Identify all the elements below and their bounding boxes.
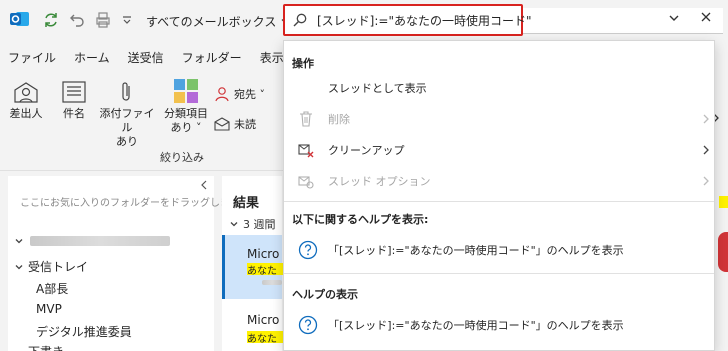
outlook-logo-icon xyxy=(10,10,30,28)
divider xyxy=(284,201,714,202)
folder-mvp[interactable]: MVP xyxy=(36,302,62,316)
search-input[interactable]: [スレッド]:="あなたの一時使用コード" xyxy=(283,4,532,36)
print-icon[interactable] xyxy=(94,11,112,29)
has-attachment-filter-button[interactable]: 添付ファイル あり xyxy=(96,80,158,149)
categorized-label-1: 分類項目 xyxy=(164,107,208,120)
delete-item: 削除 xyxy=(284,105,714,133)
subject-icon xyxy=(62,81,86,103)
delete-label: 削除 xyxy=(328,113,350,126)
subject-filter-button[interactable]: 件名 xyxy=(56,80,92,121)
unread-filter-button[interactable]: 未読 xyxy=(214,116,256,132)
divider xyxy=(284,273,714,274)
help-view-query-item[interactable]: 「[スレッド]:="あなたの一時使用コード"」のヘルプを表示 xyxy=(284,309,714,341)
message-preview: あなた xyxy=(247,266,277,277)
has-attachment-label-1: 添付ファイル xyxy=(99,107,155,134)
help-about-query-label: 「[スレッド]:="あなたの一時使用コード"」のヘルプを表示 xyxy=(328,244,624,257)
to-filter-button[interactable]: 宛先 ˅ xyxy=(214,86,265,102)
chevron-down-icon xyxy=(14,262,24,272)
section-actions-heading: 操作 xyxy=(292,57,314,70)
favorites-drop-hint: ここにお気に入りのフォルダーをドラッグします xyxy=(20,198,240,209)
search-query-text: [スレッド]:="あなたの一時使用コード" xyxy=(317,13,532,28)
categorized-label-2: あり ˅ xyxy=(170,121,202,134)
person-icon xyxy=(215,87,229,102)
search-suggestions-dropdown: 操作 スレッドとして表示 削除 クリーンアップ スレッド オプション 以下に関す… xyxy=(283,40,715,351)
has-attachment-label-2: あり xyxy=(116,135,138,148)
categories-icon xyxy=(174,79,198,103)
help-icon xyxy=(298,315,318,335)
search-bar-extension[interactable] xyxy=(523,8,723,34)
menu-send-receive[interactable]: 送受信 xyxy=(119,49,173,66)
account-name-redacted xyxy=(30,236,170,246)
cleanup-icon xyxy=(298,142,314,158)
chevron-right-icon xyxy=(702,175,710,187)
unread-envelope-icon xyxy=(214,117,230,131)
menu-home[interactable]: ホーム xyxy=(65,49,119,66)
menu-bar: ファイル ホーム 送受信 フォルダー 表示 開 xyxy=(0,44,323,70)
folder-inbox-label: 受信トレイ xyxy=(28,260,89,274)
paperclip-icon xyxy=(122,82,130,101)
results-heading: 結果 xyxy=(233,196,260,211)
title-bar: すべてのメールボックス [スレッド]:="あなたの一時使用コード" xyxy=(0,0,728,40)
folder-inbox[interactable]: 受信トレイ xyxy=(14,258,88,275)
folder-drafts[interactable]: 下書き xyxy=(28,343,64,351)
sender-icon xyxy=(14,82,38,103)
menu-file[interactable]: ファイル xyxy=(0,49,65,66)
sender-filter-label: 差出人 xyxy=(9,107,43,120)
show-as-thread-label: スレッドとして表示 xyxy=(328,82,427,95)
help-about-query-item[interactable]: 「[スレッド]:="あなたの一時使用コード"」のヘルプを表示 xyxy=(284,234,714,266)
account-node[interactable] xyxy=(14,236,170,246)
section-help-about-heading: 以下に関するヘルプを表示: xyxy=(292,213,429,226)
ribbon-refine-group: 差出人 件名 添付ファイル あり 分類項目 あり ˅ 宛先 ˅ 未読 絞り込み xyxy=(0,72,290,166)
group-header-3weeks[interactable]: 3 週間 xyxy=(229,216,276,232)
collapse-pane-icon[interactable] xyxy=(200,180,208,190)
chevron-down-icon xyxy=(14,236,24,246)
message-sender: Micro xyxy=(247,247,280,261)
sync-icon[interactable] xyxy=(42,11,60,29)
thread-options-label: スレッド オプション xyxy=(328,175,431,188)
reading-pane-avatar xyxy=(718,232,728,272)
search-hit-highlight xyxy=(719,196,728,208)
help-view-query-label: 「[スレッド]:="あなたの一時使用コード"」のヘルプを表示 xyxy=(328,319,624,332)
close-search-icon[interactable] xyxy=(700,11,712,23)
sender-filter-button[interactable]: 差出人 xyxy=(8,80,44,121)
search-options-chevron-icon[interactable] xyxy=(668,12,680,24)
message-preview-redacted xyxy=(262,280,282,285)
group-header-label: 3 週間 xyxy=(243,218,276,231)
customize-qat-icon[interactable] xyxy=(118,11,136,29)
help-icon xyxy=(298,240,318,260)
search-icon xyxy=(293,13,307,27)
thread-options-icon xyxy=(298,173,314,189)
undo-icon[interactable] xyxy=(68,11,86,29)
mailbox-selector-label: すべてのメールボックス xyxy=(146,14,277,29)
ribbon-divider xyxy=(0,170,290,171)
chevron-down-icon xyxy=(229,219,239,229)
categorized-filter-button[interactable]: 分類項目 あり ˅ xyxy=(158,78,214,135)
trash-icon xyxy=(298,111,314,127)
thread-options-item: スレッド オプション xyxy=(284,167,714,195)
section-help-view-heading: ヘルプの表示 xyxy=(292,288,358,301)
message-sender: Micro xyxy=(247,313,280,327)
folder-a-bucho[interactable]: A部長 xyxy=(36,280,68,297)
to-filter-label: 宛先 ˅ xyxy=(234,88,265,101)
unread-filter-label: 未読 xyxy=(234,118,256,131)
cleanup-label: クリーンアップ xyxy=(328,144,405,157)
chevron-right-icon xyxy=(702,113,710,125)
subject-filter-label: 件名 xyxy=(63,107,85,120)
refine-group-label: 絞り込み xyxy=(160,151,204,164)
menu-folder[interactable]: フォルダー xyxy=(173,49,251,66)
cleanup-item[interactable]: クリーンアップ xyxy=(284,136,714,164)
chevron-right-icon xyxy=(702,144,710,156)
message-preview: あなた xyxy=(247,334,277,345)
show-as-thread-item[interactable]: スレッドとして表示 xyxy=(284,74,714,102)
mailbox-selector[interactable]: すべてのメールボックス xyxy=(146,11,290,31)
folder-digital[interactable]: デジタル推進委員 xyxy=(36,323,132,340)
